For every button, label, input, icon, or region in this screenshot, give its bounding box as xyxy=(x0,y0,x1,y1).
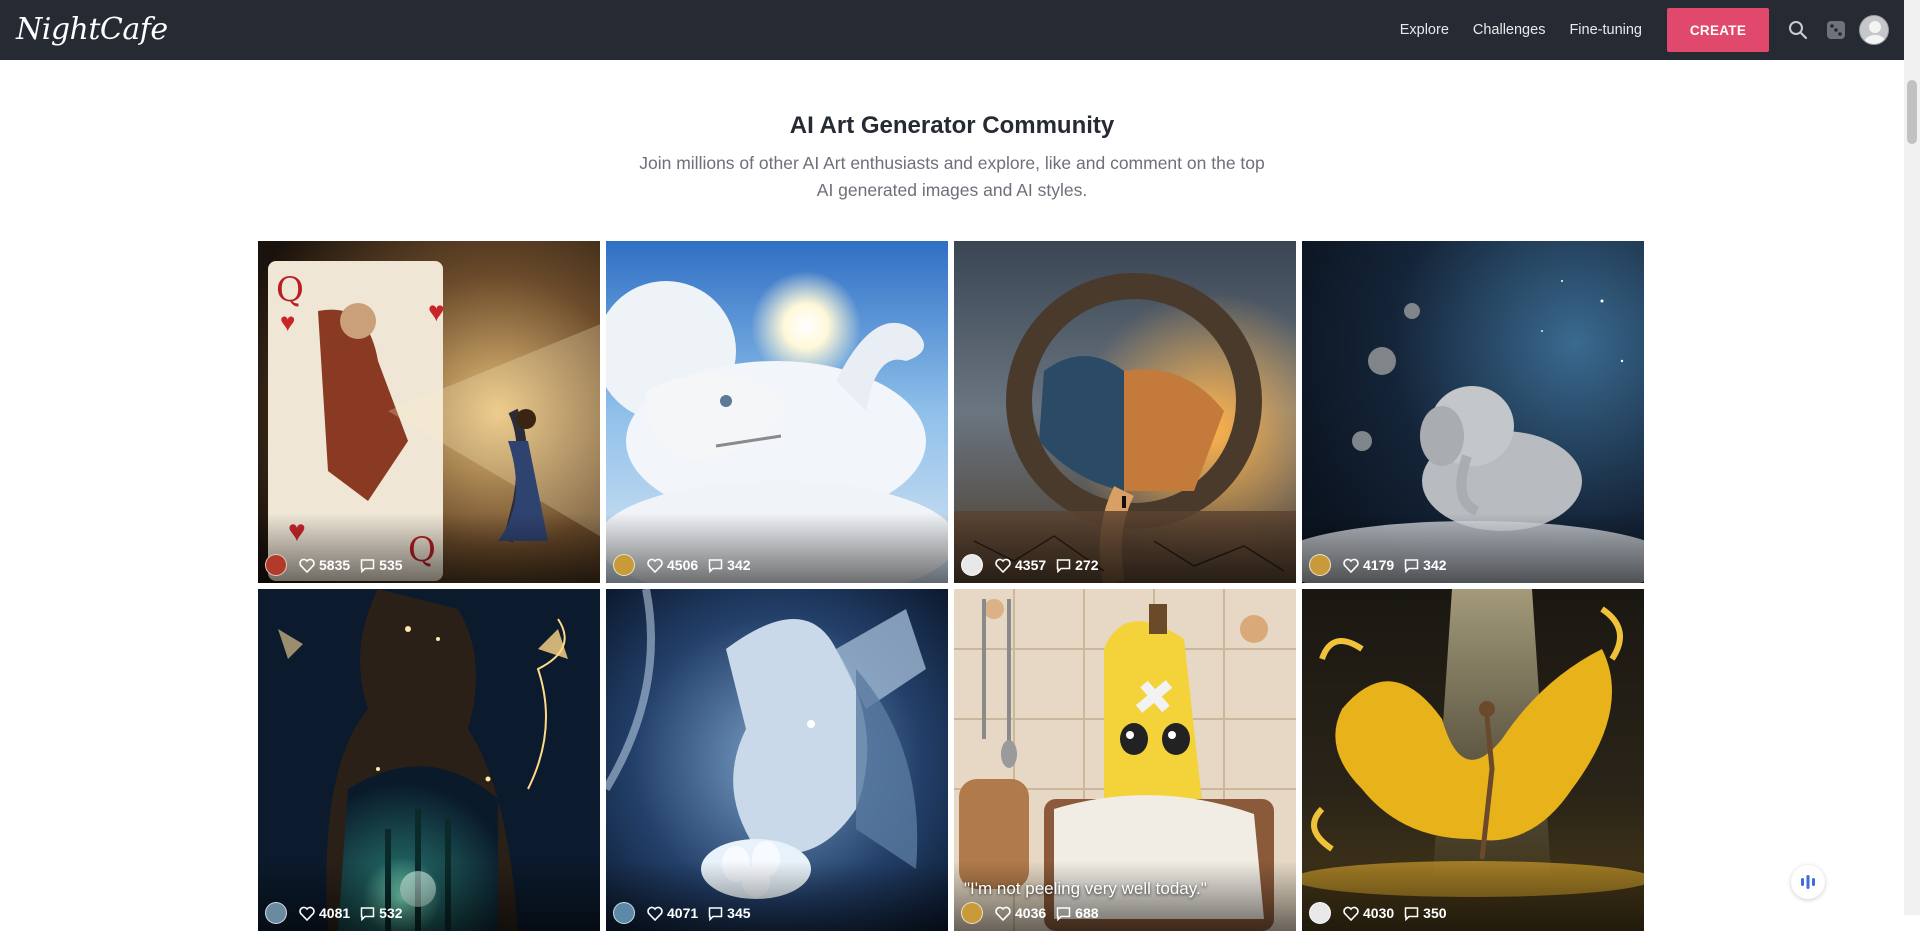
comments[interactable]: 350 xyxy=(1404,905,1447,921)
page-scrollbar[interactable] xyxy=(1904,0,1920,915)
comments[interactable]: 272 xyxy=(1056,557,1099,573)
creations-grid: Q ♥ ♥ ♥ Q 5835 535 xyxy=(258,241,1646,931)
top-navbar: NightCafe Explore Challenges Fine-tuning… xyxy=(0,0,1904,60)
creation-card[interactable]: 4071 345 xyxy=(606,589,948,931)
like-count: 4071 xyxy=(667,905,699,921)
comment-icon xyxy=(360,906,375,921)
likes[interactable]: 4357 xyxy=(995,557,1046,573)
comment-count: 688 xyxy=(1075,905,1099,921)
creation-card[interactable]: 4357 272 xyxy=(954,241,1296,583)
likes[interactable]: 4081 xyxy=(299,905,350,921)
page-title: AI Art Generator Community xyxy=(789,112,1115,139)
likes[interactable]: 4506 xyxy=(647,557,698,573)
hero-section: AI Art Generator Community Join millions… xyxy=(0,60,1904,204)
scrollbar-thumb[interactable] xyxy=(1907,80,1917,144)
like-count: 4357 xyxy=(1015,557,1047,573)
like-count: 4506 xyxy=(667,557,699,573)
creator-avatar[interactable] xyxy=(265,554,287,576)
comment-count: 345 xyxy=(727,905,751,921)
svg-text:Q: Q xyxy=(276,270,304,310)
svg-text:♥: ♥ xyxy=(428,296,445,327)
comment-icon xyxy=(360,558,375,573)
creation-card[interactable]: 4030 350 xyxy=(1302,589,1644,931)
like-count: 5835 xyxy=(319,557,351,573)
comment-count: 272 xyxy=(1075,557,1099,573)
like-count: 4179 xyxy=(1363,557,1395,573)
nav-explore[interactable]: Explore xyxy=(1400,22,1449,38)
creation-card[interactable]: 4179 342 xyxy=(1302,241,1644,583)
likes[interactable]: 4030 xyxy=(1343,905,1394,921)
creation-card[interactable]: Q ♥ ♥ ♥ Q 5835 535 xyxy=(258,241,600,583)
like-count: 4036 xyxy=(1015,905,1047,921)
comment-count: 535 xyxy=(379,557,403,573)
creator-avatar[interactable] xyxy=(1309,902,1331,924)
heart-icon xyxy=(299,906,315,921)
card-stats: 5835 535 xyxy=(265,554,413,576)
comment-count: 350 xyxy=(1423,905,1447,921)
likes[interactable]: 4071 xyxy=(647,905,698,921)
comment-count: 342 xyxy=(1423,557,1447,573)
nav-links: Explore Challenges Fine-tuning CREATE xyxy=(1400,0,1904,60)
image-caption: "I'm not peeling very well today." xyxy=(964,879,1207,898)
create-button[interactable]: CREATE xyxy=(1667,8,1769,52)
heart-icon xyxy=(1343,558,1359,573)
card-stats: 4081 532 xyxy=(265,902,413,924)
voice-assistant-button[interactable] xyxy=(1791,865,1825,899)
creator-avatar[interactable] xyxy=(961,554,983,576)
nightcafe-logo[interactable]: NightCafe xyxy=(16,8,168,52)
comment-icon xyxy=(1056,558,1071,573)
heart-icon xyxy=(995,558,1011,573)
creator-avatar[interactable] xyxy=(613,902,635,924)
heart-icon xyxy=(299,558,315,573)
comment-icon xyxy=(1056,906,1071,921)
comments[interactable]: 535 xyxy=(360,557,403,573)
likes[interactable]: 5835 xyxy=(299,557,350,573)
comment-icon xyxy=(1404,906,1419,921)
comment-icon xyxy=(1404,558,1419,573)
comment-count: 532 xyxy=(379,905,403,921)
creator-avatar[interactable] xyxy=(613,554,635,576)
nav-fine-tuning[interactable]: Fine-tuning xyxy=(1569,22,1642,38)
heart-icon xyxy=(647,558,663,573)
comments[interactable]: 342 xyxy=(708,557,751,573)
nav-challenges[interactable]: Challenges xyxy=(1473,22,1546,38)
creation-card[interactable]: "I'm not peeling very well today." 4036 … xyxy=(954,589,1296,931)
card-stats: 4030 350 xyxy=(1309,902,1457,924)
likes[interactable]: 4179 xyxy=(1343,557,1394,573)
svg-text:♥: ♥ xyxy=(280,307,295,337)
card-stats: 4179 342 xyxy=(1309,554,1457,576)
comment-icon xyxy=(708,558,723,573)
creation-card[interactable]: 4081 532 xyxy=(258,589,600,931)
dice-icon[interactable] xyxy=(1821,15,1851,45)
card-stats: 4357 272 xyxy=(961,554,1109,576)
card-stats: 4506 342 xyxy=(613,554,761,576)
audio-bars-icon xyxy=(1801,875,1815,889)
comments[interactable]: 688 xyxy=(1056,905,1099,921)
creator-avatar[interactable] xyxy=(265,902,287,924)
search-icon[interactable] xyxy=(1783,15,1813,45)
like-count: 4081 xyxy=(319,905,351,921)
creator-avatar[interactable] xyxy=(961,902,983,924)
user-avatar[interactable] xyxy=(1859,15,1889,45)
heart-icon xyxy=(995,906,1011,921)
comment-count: 342 xyxy=(727,557,751,573)
comment-icon xyxy=(708,906,723,921)
comments[interactable]: 345 xyxy=(708,905,751,921)
card-stats: 4036 688 xyxy=(961,902,1109,924)
comments[interactable]: 532 xyxy=(360,905,403,921)
card-stats: 4071 345 xyxy=(613,902,761,924)
creation-card[interactable]: 4506 342 xyxy=(606,241,948,583)
creator-avatar[interactable] xyxy=(1309,554,1331,576)
page-subtitle: Join millions of other AI Art enthusiast… xyxy=(639,153,1265,200)
comments[interactable]: 342 xyxy=(1404,557,1447,573)
like-count: 4030 xyxy=(1363,905,1395,921)
likes[interactable]: 4036 xyxy=(995,905,1046,921)
heart-icon xyxy=(647,906,663,921)
heart-icon xyxy=(1343,906,1359,921)
